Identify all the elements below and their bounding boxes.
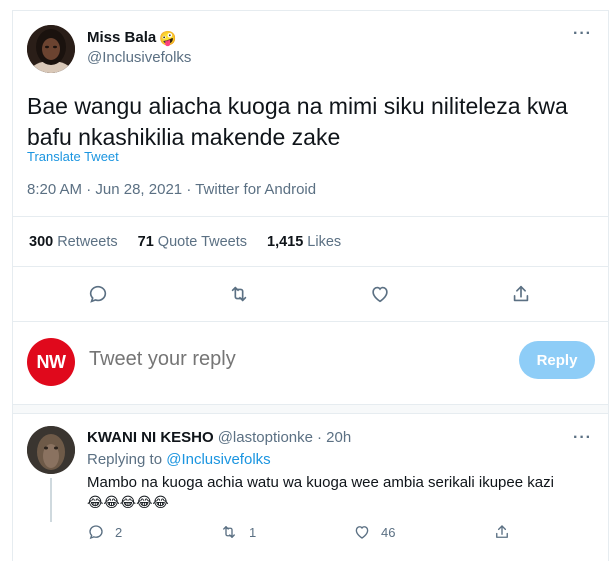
author-avatar[interactable] <box>27 25 75 73</box>
reply-icon <box>89 525 103 540</box>
reply-text-body: Mambo na kuoga achia watu wa kuoga wee a… <box>87 474 554 491</box>
replying-to-link[interactable]: @Inclusivefolks <box>166 451 270 468</box>
reply-emojis: 😂😂😂😂😂 <box>87 494 169 510</box>
reply-reply-count: 2 <box>115 524 123 540</box>
thread-line <box>50 478 52 522</box>
reply-like-count: 46 <box>381 524 396 540</box>
author-emoji: 🤪 <box>159 29 177 46</box>
tweet-text: Bae wangu aliacha kuoga na mimi siku nil… <box>27 93 568 150</box>
divider <box>13 216 608 217</box>
translate-tweet-link[interactable]: Translate Tweet <box>27 149 119 164</box>
reply-author-name[interactable]: KWANI NI KESHO <box>87 429 214 446</box>
reply-share-action[interactable] <box>493 523 511 541</box>
like-icon[interactable] <box>367 281 393 307</box>
likes-stat[interactable]: 1,415 Likes <box>267 234 341 250</box>
tweet-time[interactable]: 8:20 AM <box>27 181 82 198</box>
reply-button[interactable]: Reply <box>519 341 595 379</box>
retweets-stat[interactable]: 300 Retweets <box>29 234 118 250</box>
replying-to-label: Replying to <box>87 451 163 468</box>
author-handle[interactable]: @Inclusivefolks <box>87 49 191 66</box>
more-options-icon[interactable]: ··· <box>573 25 592 43</box>
tweet-actions <box>13 281 608 307</box>
reply-actions: 2 1 46 <box>87 523 527 543</box>
reply-more-options-icon[interactable]: ··· <box>573 429 592 447</box>
reply-icon[interactable] <box>85 281 111 307</box>
tweet-stats: 300 Retweets 71 Quote Tweets 1,415 Likes <box>29 234 341 250</box>
retweet-icon <box>223 526 235 538</box>
reply-time[interactable]: · 20h <box>317 429 351 446</box>
reply-input[interactable] <box>89 348 489 371</box>
tweet-source[interactable]: Twitter for Android <box>195 181 316 198</box>
meta-separator: · <box>186 181 196 198</box>
replying-to: Replying to @Inclusivefolks <box>87 451 271 468</box>
reply-text: Mambo na kuoga achia watu wa kuoga wee a… <box>87 473 597 513</box>
user-avatar[interactable]: NW <box>27 338 75 386</box>
tweet-meta: 8:20 AM · Jun 28, 2021 · Twitter for And… <box>27 181 316 198</box>
meta-separator: · <box>86 181 96 198</box>
divider <box>13 321 608 322</box>
author-name[interactable]: Miss Bala 🤪 <box>87 29 177 46</box>
retweet-icon[interactable] <box>226 281 252 307</box>
reply-reply-action[interactable]: 2 <box>87 523 122 541</box>
author-name-text: Miss Bala <box>87 29 157 46</box>
tweet-detail-panel: Miss Bala 🤪 @Inclusivefolks ··· Bae wang… <box>12 10 609 561</box>
reply-retweet-action[interactable]: 1 <box>219 523 256 541</box>
like-icon <box>355 526 369 539</box>
share-icon <box>496 525 508 538</box>
divider <box>13 266 608 267</box>
tweet-date[interactable]: Jun 28, 2021 <box>95 181 182 198</box>
reply-like-action[interactable]: 46 <box>353 523 395 541</box>
reply-retweet-count: 1 <box>249 524 257 540</box>
reply-header: KWANI NI KESHO @lastoptionke · 20h <box>87 429 351 446</box>
quote-tweets-stat[interactable]: 71 Quote Tweets <box>138 234 247 250</box>
reply-author-handle[interactable]: @lastoptionke <box>218 429 313 446</box>
share-icon[interactable] <box>508 281 534 307</box>
reply-author-avatar[interactable] <box>27 426 75 474</box>
section-separator <box>13 404 608 414</box>
